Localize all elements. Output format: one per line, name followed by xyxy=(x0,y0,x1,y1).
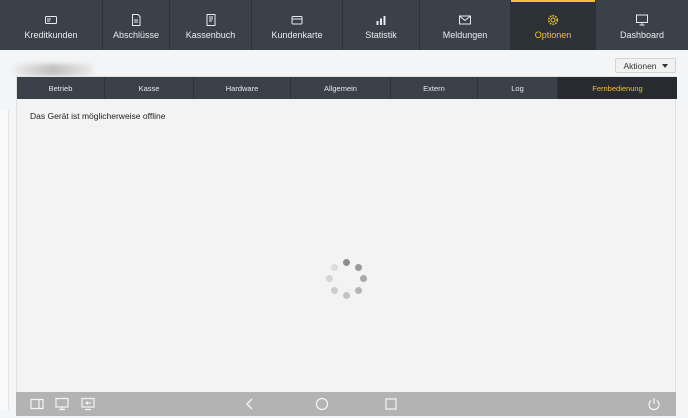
power-icon[interactable] xyxy=(647,397,661,411)
tab-label: Hardware xyxy=(225,83,259,93)
page-content: Aktionen Betrieb Kasse Hardware Allgemei… xyxy=(0,50,688,418)
tab-label: Log xyxy=(511,83,524,93)
spinner-dot xyxy=(360,275,367,282)
envelope-icon xyxy=(459,15,471,25)
tab-fernbedienung[interactable]: Fernbedienung xyxy=(558,77,677,99)
back-icon[interactable] xyxy=(243,397,257,411)
nav-item-abschluesse[interactable]: Abschlüsse xyxy=(103,0,170,50)
nav-item-optionen[interactable]: Optionen xyxy=(511,0,596,50)
spinner-dot xyxy=(326,275,333,282)
nav-item-label: Abschlüsse xyxy=(112,30,160,40)
nav-item-label: Optionen xyxy=(534,30,572,40)
tab-kasse[interactable]: Kasse xyxy=(105,77,194,99)
nav-item-kundenkarte[interactable]: Kundenkarte xyxy=(252,0,343,50)
actions-label: Aktionen xyxy=(623,60,657,71)
offline-message: Das Gerät ist möglicherweise offline xyxy=(30,111,166,121)
spinner-dot xyxy=(343,259,350,266)
tab-label: Betrieb xyxy=(48,83,73,93)
tab-label: Fernbedienung xyxy=(592,83,643,93)
nav-item-kassenbuch[interactable]: Kassenbuch xyxy=(170,0,252,50)
tab-log[interactable]: Log xyxy=(478,77,558,99)
options-tabs: Betrieb Kasse Hardware Allgemein Extern … xyxy=(17,77,677,99)
tab-hardware[interactable]: Hardware xyxy=(194,77,291,99)
nav-item-statistik[interactable]: Statistik xyxy=(343,0,420,50)
tab-betrieb[interactable]: Betrieb xyxy=(17,77,105,99)
nav-item-label: Kreditkunden xyxy=(24,30,78,40)
gear-icon xyxy=(547,14,559,26)
nav-item-label: Kassenbuch xyxy=(185,30,236,40)
loading-spinner-icon xyxy=(326,259,367,299)
card-icon xyxy=(45,16,57,24)
nav-item-dashboard[interactable]: Dashboard xyxy=(596,0,688,50)
spinner-dot xyxy=(331,287,338,294)
monitor-icon xyxy=(636,14,648,26)
nav-item-label: Dashboard xyxy=(619,30,665,40)
tab-label: Kasse xyxy=(138,83,160,93)
nav-item-meldungen[interactable]: Meldungen xyxy=(420,0,511,50)
tab-label: Allgemein xyxy=(324,83,357,93)
book-icon xyxy=(206,14,215,26)
document-icon xyxy=(132,14,141,26)
recent-square-icon[interactable] xyxy=(384,397,398,411)
spinner-dot xyxy=(331,264,338,271)
spinner-dot xyxy=(355,264,362,271)
nav-item-label: Meldungen xyxy=(442,30,488,40)
spinner-dot xyxy=(355,287,362,294)
wallet-icon xyxy=(291,16,303,25)
side-strip xyxy=(0,110,9,410)
page-title-redacted xyxy=(13,64,93,76)
home-circle-icon[interactable] xyxy=(315,397,329,411)
options-panel: Betrieb Kasse Hardware Allgemein Extern … xyxy=(16,76,677,416)
spinner-dot xyxy=(343,292,350,299)
nav-item-label: Statistik xyxy=(365,30,397,40)
nav-item-kreditkunden[interactable]: Kreditkunden xyxy=(0,0,103,50)
monitor-icon[interactable] xyxy=(55,397,69,411)
actions-dropdown[interactable]: Aktionen xyxy=(615,58,676,73)
caret-down-icon xyxy=(661,63,668,68)
remote-control-bar xyxy=(16,392,676,416)
tab-label: Extern xyxy=(423,83,445,93)
top-navigation: Kreditkunden Abschlüsse Kassenbuch Kunde… xyxy=(0,0,688,50)
nav-item-label: Kundenkarte xyxy=(271,30,323,40)
screen-share-icon[interactable] xyxy=(81,397,95,411)
tab-allgemein[interactable]: Allgemein xyxy=(291,77,391,99)
chart-icon xyxy=(376,16,386,25)
sidebar-panel-icon[interactable] xyxy=(30,397,44,411)
tab-extern[interactable]: Extern xyxy=(391,77,478,99)
